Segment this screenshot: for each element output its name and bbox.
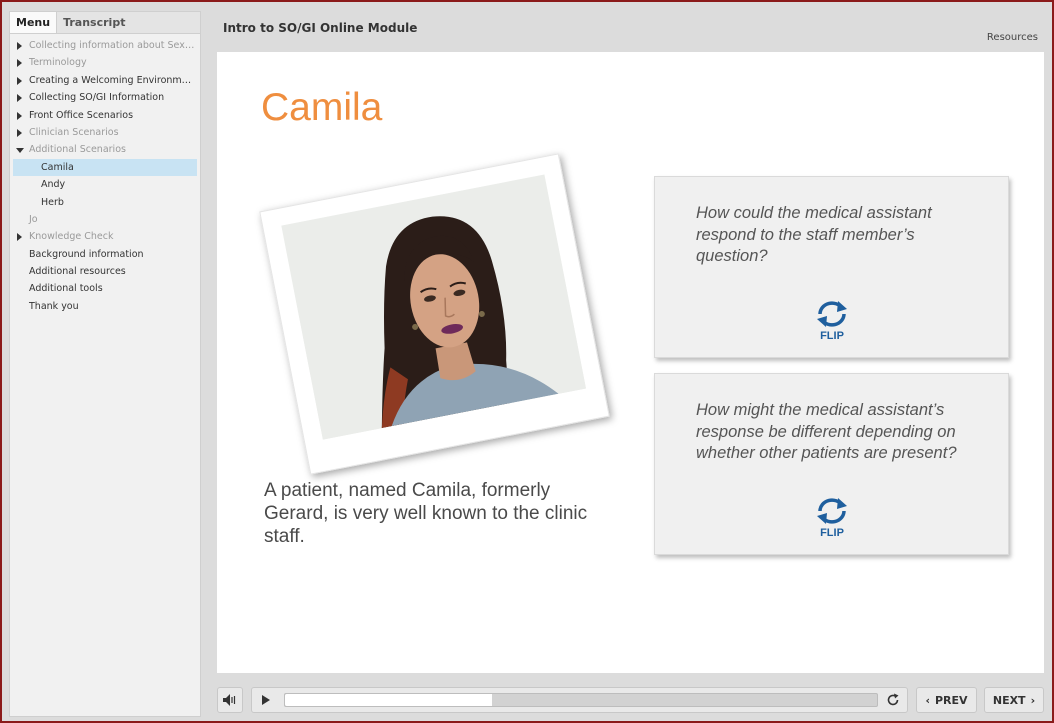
menu-item[interactable]: Additional resources: [10, 263, 200, 280]
menu-item[interactable]: Additional Scenarios: [10, 141, 200, 158]
chevron-right-icon: ›: [1030, 693, 1036, 707]
menu-item[interactable]: Camila: [13, 158, 197, 177]
caret-right-icon[interactable]: [17, 42, 22, 50]
menu-item[interactable]: Creating a Welcoming Environment: [10, 72, 200, 89]
menu-item-label: Clinician Scenarios: [29, 126, 119, 138]
menu-list: Collecting information about Sexual... Te…: [10, 34, 200, 315]
patient-photo: [281, 174, 586, 440]
menu-item-label: Camila: [41, 161, 74, 173]
menu-item[interactable]: Collecting SO/GI Information: [10, 89, 200, 106]
menu-item[interactable]: Clinician Scenarios: [10, 124, 200, 141]
slide-title: Camila: [261, 86, 383, 129]
menu-item[interactable]: Collecting information about Sexual...: [10, 37, 200, 54]
caret-right-icon[interactable]: [17, 128, 22, 137]
menu-item-label: Herb: [41, 196, 64, 208]
menu-item-label: Terminology: [29, 57, 87, 69]
menu-item-label: Andy: [41, 179, 66, 191]
menu-item-label: Front Office Scenarios: [29, 109, 134, 121]
caret-right-icon[interactable]: [17, 76, 22, 85]
flip-icon: [817, 301, 847, 327]
playback-bar: [251, 687, 908, 713]
menu-item-label: Collecting information about Sexual...: [29, 40, 200, 51]
menu-item-label: Jo: [29, 213, 38, 225]
menu-item-label: Creating a Welcoming Environment: [29, 74, 198, 86]
replay-icon: [887, 693, 899, 706]
play-button[interactable]: [254, 690, 278, 710]
menu-item[interactable]: Andy: [10, 176, 200, 193]
resources-link[interactable]: Resources: [987, 32, 1038, 43]
menu-item-label: Collecting SO/GI Information: [29, 92, 165, 104]
caret-right-icon[interactable]: [17, 233, 22, 242]
caret-down-icon[interactable]: [16, 148, 24, 154]
chevron-left-icon: ‹: [925, 693, 930, 707]
prev-button[interactable]: ‹ PREV: [916, 687, 977, 713]
next-label: NEXT: [992, 693, 1026, 707]
menu-item[interactable]: Knowledge Check: [10, 228, 200, 245]
menu-item-label: Additional Scenarios: [29, 144, 126, 156]
menu-item-label: Thank you: [29, 300, 79, 312]
speaker-icon: [223, 694, 236, 706]
tab-transcript[interactable]: Transcript: [57, 12, 131, 33]
module-title: Intro to SO/GI Online Module: [223, 21, 418, 35]
menu-item-label: Additional resources: [29, 266, 126, 278]
caret-right-icon[interactable]: [17, 59, 22, 68]
volume-button[interactable]: [217, 687, 243, 713]
flip-card-2[interactable]: How might the medical assistant’s respon…: [654, 373, 1009, 555]
progress-fill: [285, 694, 493, 706]
flip-label: FLIP: [820, 330, 844, 342]
menu-item-label: Knowledge Check: [29, 231, 114, 243]
next-button[interactable]: NEXT ›: [984, 687, 1044, 713]
flip-icon: [817, 498, 847, 524]
flip-card-question: How might the medical assistant’s respon…: [696, 401, 957, 462]
flip-button[interactable]: FLIP: [812, 299, 852, 342]
menu-item[interactable]: Herb: [10, 194, 200, 211]
menu-item[interactable]: Thank you: [10, 298, 200, 315]
menu-item-label: Background information: [29, 248, 144, 260]
caret-right-icon[interactable]: [17, 111, 22, 120]
polaroid-photo-frame: [259, 153, 610, 475]
menu-item[interactable]: Jo: [10, 211, 200, 228]
menu-item[interactable]: Additional tools: [10, 280, 200, 297]
menu-item[interactable]: Terminology: [10, 54, 200, 71]
menu-item-label: Additional tools: [29, 283, 103, 295]
intro-text: A patient, named Camila, formerly Gerard…: [264, 480, 588, 547]
progress-slider[interactable]: [284, 693, 878, 707]
replay-button[interactable]: [882, 690, 904, 710]
menu-item[interactable]: Front Office Scenarios: [10, 107, 200, 124]
sidebar-tabs: Menu Transcript: [10, 12, 200, 34]
prev-label: PREV: [934, 693, 968, 707]
flip-label: FLIP: [820, 527, 844, 539]
caret-right-icon[interactable]: [17, 94, 22, 103]
flip-card-1[interactable]: How could the medical assistant respond …: [654, 176, 1009, 358]
sidebar: Menu Transcript Collecting information a…: [9, 11, 201, 717]
flip-card-question: How could the medical assistant respond …: [696, 204, 932, 265]
menu-item[interactable]: Background information: [10, 246, 200, 263]
play-icon: [262, 695, 270, 705]
slide-content: Camila A patient, named Camila, formerly…: [217, 52, 1044, 673]
flip-button[interactable]: FLIP: [812, 496, 852, 539]
tab-menu[interactable]: Menu: [10, 12, 58, 33]
